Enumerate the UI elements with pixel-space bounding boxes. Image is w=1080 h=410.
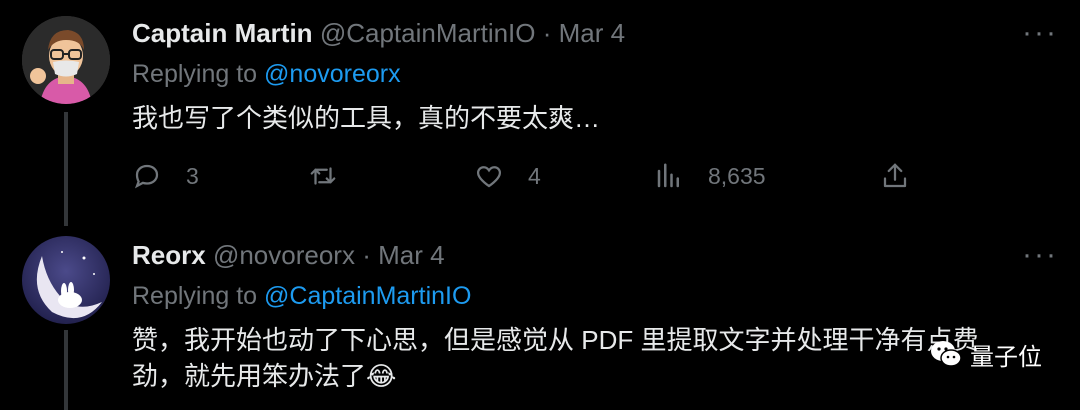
memoji-avatar-icon[interactable]	[22, 16, 110, 104]
reply-button[interactable]: 3	[132, 156, 199, 196]
reply-count: 3	[186, 162, 199, 189]
retweet-icon	[310, 167, 336, 185]
analytics-icon	[657, 163, 679, 188]
tweet-date[interactable]: · Mar 4	[362, 240, 444, 270]
share-icon	[883, 163, 907, 188]
replying-to: Replying to @novoreorx	[132, 60, 401, 89]
more-options-icon[interactable]: ···	[1022, 238, 1058, 272]
more-options-icon[interactable]: ···	[1022, 16, 1058, 50]
watermark-text: 量子位	[970, 343, 1042, 371]
retweet-button[interactable]	[308, 156, 362, 196]
like-count: 4	[528, 162, 541, 189]
replying-label: Replying to	[132, 282, 258, 310]
like-button[interactable]: 4	[474, 156, 541, 196]
tweet-text-line-2: 劲，就先用笨办法了😂	[132, 361, 397, 391]
replying-to: Replying to @CaptainMartinIO	[132, 282, 471, 311]
tweet-header: Captain Martin @CaptainMartinIO · Mar 4	[132, 18, 625, 49]
share-button[interactable]	[880, 156, 910, 196]
tweet-date[interactable]: · Mar 4	[543, 18, 625, 48]
views-button[interactable]: 8,635	[654, 156, 766, 196]
tweet-captain-martin[interactable]: Captain Martin @CaptainMartinIO · Mar 4 …	[0, 0, 1080, 226]
tweet-text-line-1: 赞，我开始也动了下心思，但是感觉从 PDF 里提取文字并处理干净有点费	[132, 325, 979, 355]
watermark: 量子位	[928, 336, 1042, 372]
author-name[interactable]: Captain Martin	[132, 18, 313, 48]
moon-rabbit-avatar-icon[interactable]	[22, 236, 110, 324]
thread-connector-line	[64, 112, 68, 226]
views-count: 8,635	[708, 162, 766, 189]
replying-handle-link[interactable]: @novoreorx	[264, 60, 401, 88]
tweet-header: Reorx @novoreorx · Mar 4	[132, 240, 445, 271]
author-handle[interactable]: @CaptainMartinIO	[320, 18, 536, 48]
heart-icon	[476, 166, 502, 188]
tweet-text: 我也写了个类似的工具，真的不要太爽…	[132, 103, 601, 133]
tweet-actions: 3 4 8,635	[132, 156, 932, 196]
author-handle[interactable]: @novoreorx	[213, 240, 355, 270]
reply-icon	[134, 164, 159, 189]
thread-connector-line-lower	[64, 330, 68, 410]
replying-handle-link[interactable]: @CaptainMartinIO	[264, 282, 471, 310]
replying-label: Replying to	[132, 60, 258, 88]
author-name[interactable]: Reorx	[132, 240, 206, 270]
tweet-text: 赞，我开始也动了下心思，但是感觉从 PDF 里提取文字并处理干净有点费 劲，就先…	[132, 322, 1032, 394]
wechat-logo-icon	[931, 341, 962, 367]
tweet-reorx[interactable]: Reorx @novoreorx · Mar 4 ··· Replying to…	[0, 222, 1080, 410]
